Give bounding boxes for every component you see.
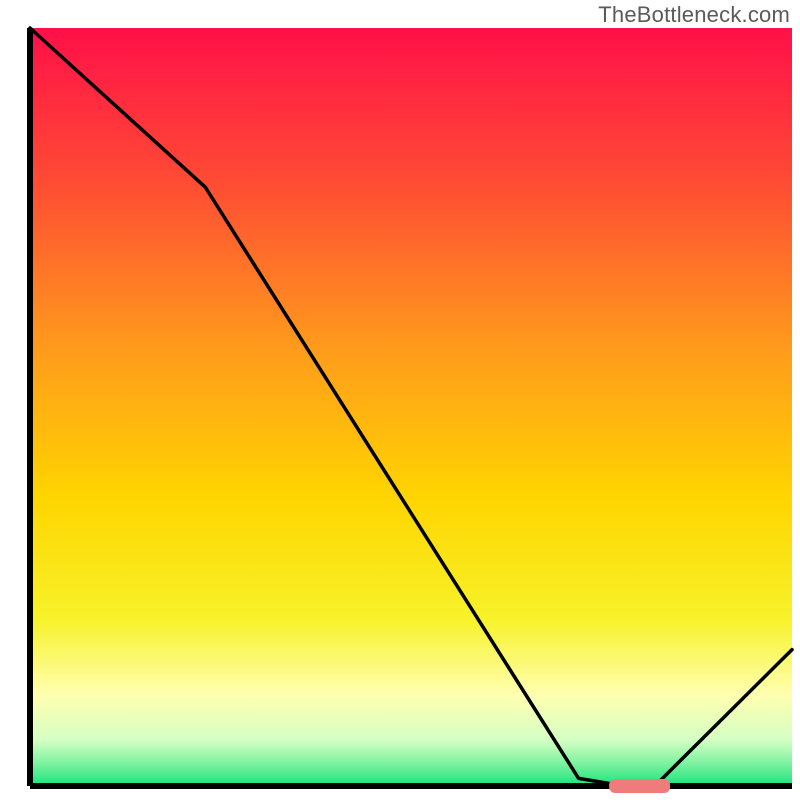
optimal-range-marker: [609, 779, 670, 793]
chart-container: TheBottleneck.com: [0, 0, 800, 800]
attribution-text: TheBottleneck.com: [598, 2, 790, 28]
plot-background: [30, 28, 792, 786]
bottleneck-chart: [0, 0, 800, 800]
